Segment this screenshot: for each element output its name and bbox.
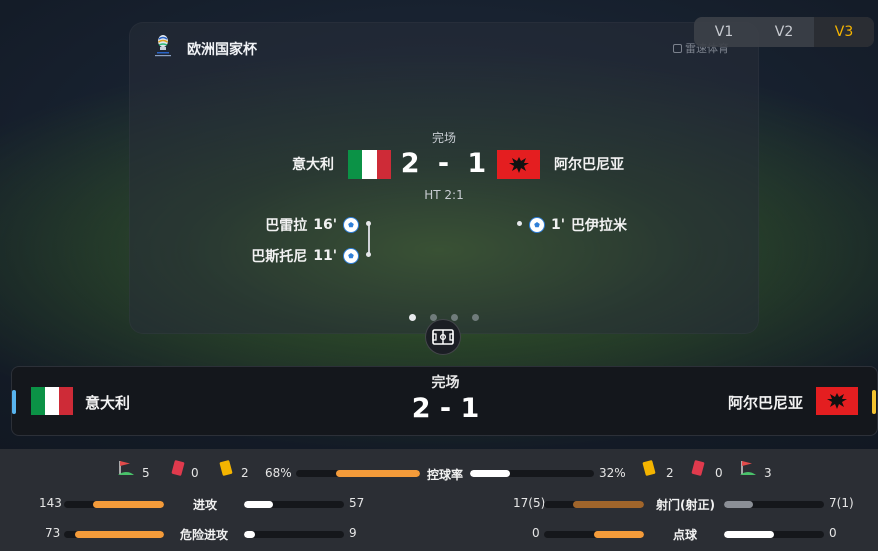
home-dangerous-attacks: 73 [45, 526, 61, 540]
tab-v1[interactable]: V1 [694, 17, 754, 47]
timeline-dot [517, 221, 522, 226]
shots-home-bar [544, 501, 644, 508]
attacks-away-bar [244, 501, 344, 508]
away-red-cards: 0 [715, 466, 723, 480]
version-switch[interactable]: V1 V2 V3 [694, 17, 874, 47]
yellow-card-icon [219, 460, 233, 476]
possession-away-fill [470, 470, 510, 477]
red-card-icon [691, 460, 705, 476]
albania-flag-icon [497, 150, 540, 179]
goal-player: 巴斯托尼 [251, 249, 308, 265]
red-card-icon [171, 460, 185, 476]
pitch-icon [432, 329, 454, 345]
yellow-card-icon [642, 460, 656, 476]
shots-away-fill [724, 501, 754, 508]
home-possession: 68% [265, 466, 292, 480]
shots-away-bar [724, 501, 824, 508]
attacks-home-bar [64, 501, 164, 508]
match-status: 完场 [431, 375, 460, 391]
match-bar: 意大利 完场 2 - 1 阿尔巴尼亚 [11, 366, 878, 436]
tab-v3[interactable]: V3 [814, 17, 874, 47]
timeline-dot [366, 221, 371, 226]
football-icon [343, 248, 359, 264]
possession-home-bar [296, 470, 420, 477]
possession-away-bar [470, 470, 594, 477]
home-penalties: 0 [532, 526, 540, 540]
carousel-dot[interactable] [451, 314, 458, 321]
albania-flag-icon [816, 387, 858, 415]
possession-label: 控球率 [427, 468, 464, 482]
away-score: 1 [467, 148, 488, 179]
half-time-score: HT 2:1 [424, 188, 464, 202]
home-corners: 5 [142, 466, 150, 480]
goal-minute: 11' [313, 248, 337, 264]
attacks-home-fill [92, 501, 164, 508]
timeline-dot [366, 252, 371, 257]
home-red-cards: 0 [191, 466, 199, 480]
competition-name: 欧洲国家杯 [187, 42, 257, 58]
goal-player: 巴伊拉米 [571, 218, 628, 234]
away-team-name: 阿尔巴尼亚 [727, 394, 803, 412]
goal-timeline [368, 224, 370, 255]
match-status: 完场 [431, 131, 456, 145]
shots-label: 射门(射正) [656, 498, 715, 512]
home-attacks: 143 [39, 496, 62, 510]
goal-minute: 16' [313, 217, 337, 233]
away-yellow-cards: 2 [666, 466, 674, 480]
leisu-logo-icon [673, 44, 682, 53]
score-separator: - [437, 148, 451, 179]
away-goal-1: 1' 巴伊拉米 [529, 215, 627, 235]
home-shots: 17(5) [513, 496, 546, 510]
dangerous-attacks-away-bar [244, 531, 344, 538]
carousel-dot[interactable] [409, 314, 416, 321]
away-shots: 7(1) [829, 496, 854, 510]
euro-trophy-icon [151, 34, 175, 60]
away-penalties: 0 [829, 526, 837, 540]
football-icon [343, 217, 359, 233]
carousel-dot[interactable] [472, 314, 479, 321]
away-corners: 3 [764, 466, 772, 480]
penalties-home-fill [594, 531, 644, 538]
stats-panel: 5 0 2 68% 控球率 32% 2 0 3 143 进攻 57 17(5) … [0, 449, 878, 551]
dangerous-attacks-label: 危险进攻 [180, 528, 229, 542]
penalties-home-bar [544, 531, 644, 538]
home-goal-2: 巴斯托尼 11' [251, 246, 359, 266]
goal-player: 巴雷拉 [265, 218, 308, 234]
goal-minute: 1' [551, 217, 566, 233]
home-score: 2 [400, 148, 421, 179]
attacks-away-fill [244, 501, 273, 508]
corner-flag-icon [740, 461, 756, 475]
pitch-view-button[interactable] [425, 319, 461, 355]
penalties-away-fill [724, 531, 774, 538]
scoreboard-card: 欧洲国家杯 雷速体育 完场 意大利 2 - 1 阿尔巴尼亚 HT 2:1 巴雷拉… [129, 22, 759, 334]
shots-home-fill [573, 501, 644, 508]
away-possession: 32% [599, 466, 626, 480]
away-team-name: 阿尔巴尼亚 [554, 157, 624, 173]
score: 2 - 1 [129, 148, 759, 179]
penalties-label: 点球 [673, 528, 698, 542]
away-accent-bar [872, 390, 876, 414]
home-yellow-cards: 2 [241, 466, 249, 480]
dangerous-attacks-away-fill [244, 531, 255, 538]
penalties-away-bar [724, 531, 824, 538]
tab-v2[interactable]: V2 [754, 17, 814, 47]
dangerous-attacks-home-fill [74, 531, 164, 538]
possession-home-fill [335, 470, 420, 477]
away-attacks: 57 [349, 496, 365, 510]
dangerous-attacks-home-bar [64, 531, 164, 538]
corner-flag-icon [118, 461, 134, 475]
football-icon [529, 217, 545, 233]
away-dangerous-attacks: 9 [349, 526, 357, 540]
home-goal-1: 巴雷拉 16' [265, 215, 359, 235]
attacks-label: 进攻 [193, 498, 218, 512]
